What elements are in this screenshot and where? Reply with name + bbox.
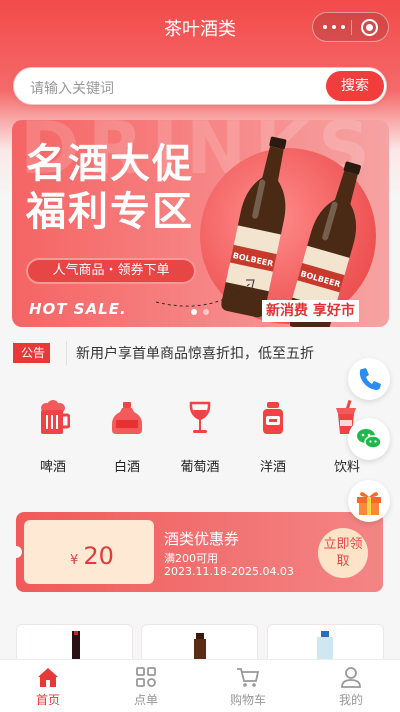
product-card[interactable] <box>141 624 258 664</box>
capsule-divider <box>351 20 352 35</box>
product-card[interactable] <box>267 624 384 664</box>
search-input[interactable]: 请输入关键词 <box>30 78 114 98</box>
tab-order[interactable]: 点单 <box>106 666 186 708</box>
close-miniprogram-icon[interactable] <box>361 19 378 36</box>
home-page: 茶叶酒类 请输入关键词 搜索 DRINKS BOLBEER BOLBEER 名酒… <box>0 0 400 712</box>
search-button[interactable]: 搜索 <box>326 71 384 101</box>
mini-program-capsule[interactable] <box>312 12 389 42</box>
coupon-amount: ¥ 20 <box>70 542 114 570</box>
category-label: 葡萄酒 <box>180 460 220 475</box>
announcement-bar[interactable]: 公告 新用户享首单商品惊喜折扣，低至五折 <box>12 338 386 368</box>
category-label: 白酒 <box>113 460 140 475</box>
banner-slogan: 新消费 享好市 <box>262 300 359 322</box>
carousel-dot-active[interactable] <box>191 309 197 315</box>
tab-label: 我的 <box>338 693 363 707</box>
phone-button[interactable] <box>348 358 390 400</box>
announcement-text: 新用户享首单商品惊喜折扣，低至五折 <box>76 346 314 362</box>
category-item-foreign-liquor[interactable]: 洋酒 <box>236 400 310 475</box>
user-icon <box>341 667 361 688</box>
cart-icon <box>237 668 260 687</box>
more-options-icon[interactable] <box>323 22 345 32</box>
coupon-notch <box>16 546 22 558</box>
grid-menu-icon <box>136 667 156 687</box>
wechat-button[interactable] <box>348 418 390 460</box>
category-label: 洋酒 <box>259 460 286 475</box>
claim-coupon-button[interactable]: 立即领取 <box>318 528 368 578</box>
gift-button[interactable] <box>348 480 390 522</box>
category-item-baijiu[interactable]: 白酒 <box>90 400 164 475</box>
tab-home[interactable]: 首页 <box>8 666 88 708</box>
coupon-title: 酒类优惠券 <box>164 530 240 548</box>
category-item-wine[interactable]: 葡萄酒 <box>163 400 237 475</box>
wine-glass-icon <box>189 401 211 433</box>
title-bar: 茶叶酒类 <box>0 0 400 56</box>
coupon-value: 20 <box>83 542 114 570</box>
wechat-icon <box>357 429 382 449</box>
currency-symbol: ¥ <box>70 553 79 568</box>
phone-icon <box>359 368 381 390</box>
liquor-jar-icon <box>112 402 142 434</box>
bottom-tab-bar: 首页 点单 购物车 我的 <box>0 659 400 712</box>
hot-sale-text: HOT SALE. <box>29 300 127 318</box>
carousel-dot[interactable] <box>203 309 209 315</box>
banner-headline-line2: 福利专区 <box>26 189 194 235</box>
whisky-bottle-icon <box>263 402 283 434</box>
coupon-card[interactable]: ¥ 20 酒类优惠券 满200可用 2023.11.18-2025.04.03 … <box>16 512 383 592</box>
search-bar[interactable]: 请输入关键词 搜索 <box>13 67 387 105</box>
announcement-divider <box>66 341 67 365</box>
arrow-decoration <box>155 279 255 307</box>
promo-banner[interactable]: DRINKS BOLBEER BOLBEER 名酒大促 福利专区 人气商品・领券… <box>12 120 389 327</box>
announcement-tag: 公告 <box>12 343 51 363</box>
coupon-validity: 2023.11.18-2025.04.03 <box>164 565 294 578</box>
product-list <box>16 624 384 664</box>
tab-label: 首页 <box>35 693 60 707</box>
home-icon <box>38 668 58 687</box>
tab-profile[interactable]: 我的 <box>311 666 391 708</box>
banner-headline-line1: 名酒大促 <box>26 141 194 187</box>
tab-cart[interactable]: 购物车 <box>208 666 288 708</box>
beer-mug-icon <box>41 400 70 434</box>
gift-icon <box>357 492 381 515</box>
category-item-beer[interactable]: 啤酒 <box>16 400 90 475</box>
tab-label: 购物车 <box>229 693 266 707</box>
coupon-amount-box: ¥ 20 <box>24 520 154 584</box>
coupon-condition: 满200可用 <box>164 552 218 565</box>
category-grid: 啤酒 白酒 葡萄酒 洋酒 饮料 <box>0 400 400 480</box>
banner-headline: 名酒大促 福利专区 <box>26 140 194 236</box>
tab-label: 点单 <box>133 693 158 707</box>
category-label: 啤酒 <box>39 460 66 475</box>
product-card[interactable] <box>16 624 133 664</box>
